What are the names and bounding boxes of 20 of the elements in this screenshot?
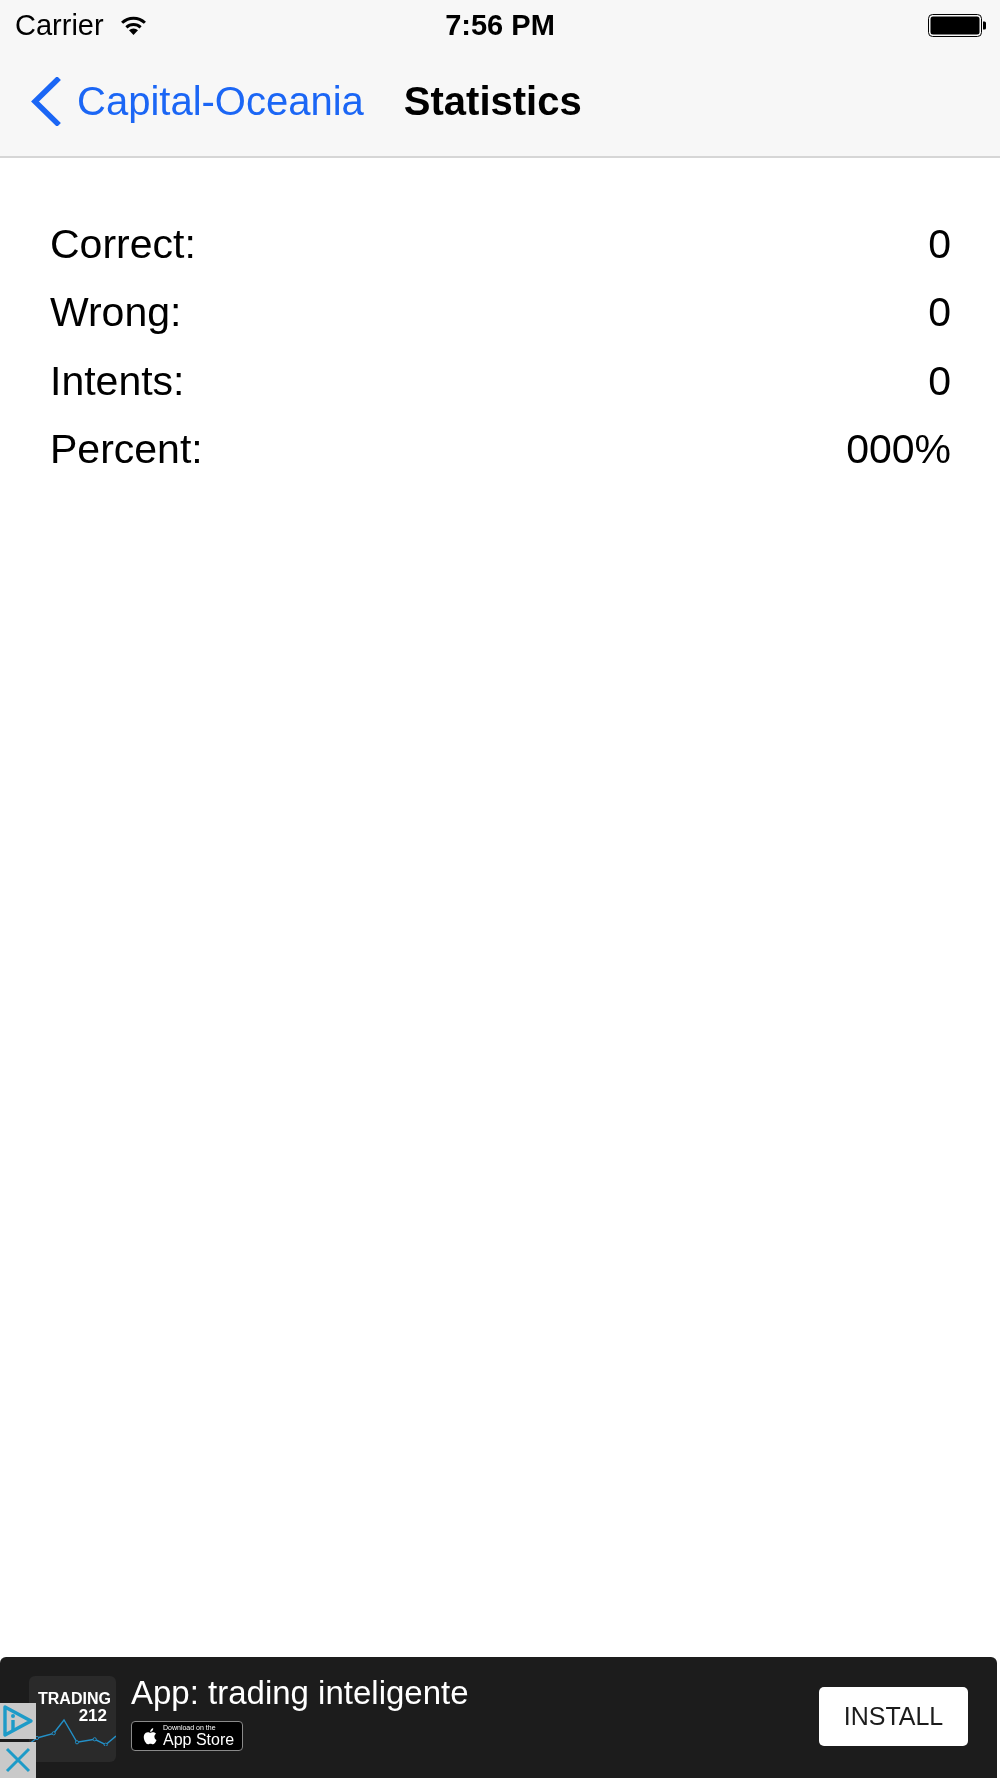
stat-value: 0: [928, 289, 951, 337]
stat-label: Wrong:: [50, 289, 182, 337]
stat-label: Correct:: [50, 220, 196, 268]
stat-value: 0: [928, 357, 951, 405]
battery-icon: [928, 13, 986, 37]
nav-title: Statistics: [403, 78, 582, 124]
chevron-left-icon: [29, 76, 61, 126]
ad-title: App: trading inteligente: [131, 1674, 469, 1712]
stat-value: 000%: [846, 426, 951, 474]
stat-label: Percent:: [50, 426, 203, 474]
carrier-name: Carrier: [15, 8, 104, 42]
stat-label: Intents:: [50, 357, 185, 405]
install-button[interactable]: INSTALL: [819, 1687, 968, 1746]
status-time: 7:56 PM: [445, 8, 555, 42]
apple-icon: [142, 1727, 157, 1745]
stat-value: 0: [928, 220, 951, 268]
close-icon[interactable]: [0, 1742, 36, 1778]
logo-text: 212: [78, 1706, 107, 1724]
info-icon[interactable]: [0, 1703, 36, 1739]
back-button[interactable]: Capital-Oceania: [29, 76, 364, 126]
